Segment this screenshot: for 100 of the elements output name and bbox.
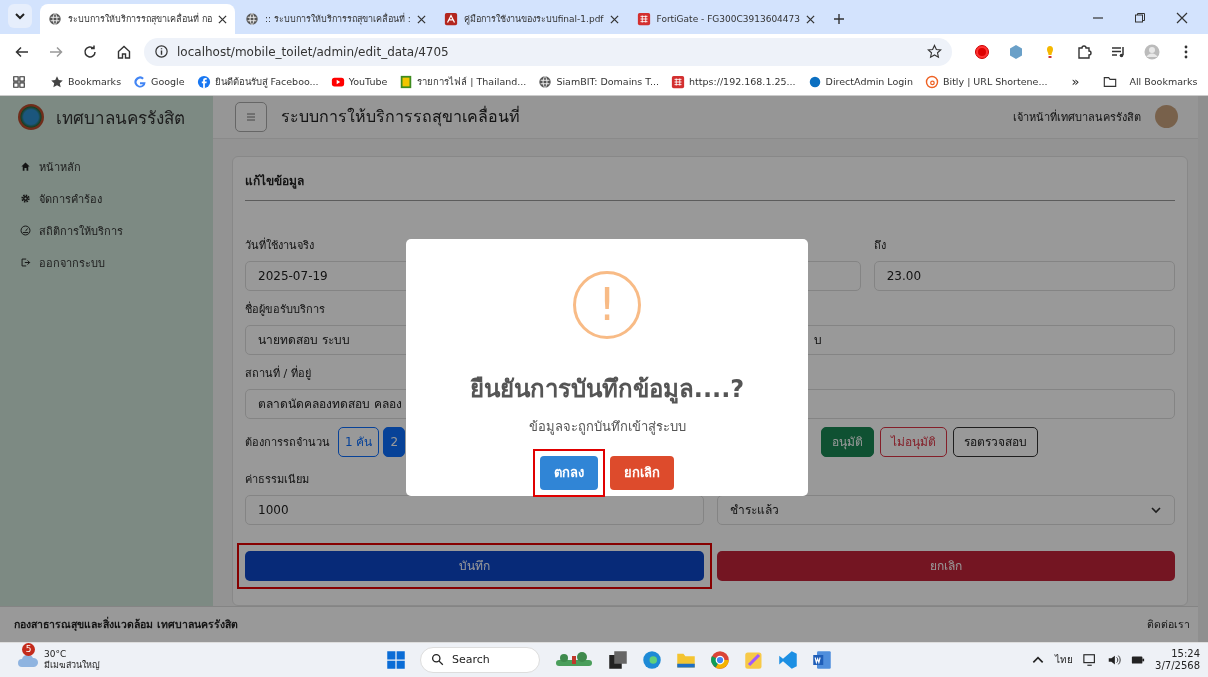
browser-tab[interactable]: FortiGate - FG300C3913604473 (628, 4, 824, 35)
status-button[interactable]: ไม่อนุมัติ (879, 426, 947, 457)
clock-time: 15:24 (1171, 647, 1200, 660)
speaker-icon[interactable] (1107, 652, 1122, 667)
sidebar-item[interactable]: จัดการคำร้อง (0, 182, 213, 215)
bookmark-link[interactable]: Bookmarks (68, 76, 122, 88)
close-icon[interactable] (806, 14, 816, 24)
count-option-button[interactable]: 1 คัน (338, 426, 380, 457)
search-field[interactable]: Search (420, 646, 540, 673)
info-icon[interactable] (154, 44, 169, 60)
cube-icon[interactable] (1008, 43, 1024, 60)
card-title: แก้ไขข้อมูล (245, 156, 1175, 201)
start-button[interactable] (386, 649, 406, 670)
temperature-text: 30°C (44, 648, 68, 660)
more-bookmarks-button[interactable]: » (1071, 74, 1080, 90)
bookmark-link[interactable]: YouTube (348, 76, 388, 88)
seal-logo-icon (18, 104, 44, 131)
bookmark-link[interactable]: รายการไฟล์ | Thailand... (417, 74, 527, 90)
language-indicator[interactable]: ไทย (1055, 652, 1074, 668)
field-label: ชื่อผู้ขอรับบริการ (245, 302, 325, 316)
payment-select[interactable]: ชำระแล้ว (716, 494, 1175, 525)
weather-text: มีเมฆส่วนใหญ่ (44, 659, 100, 671)
folder-icon[interactable] (1103, 74, 1118, 89)
globe-icon[interactable] (538, 74, 553, 89)
page-title: ระบบการให้บริการรถสุขาเคลื่อนที่ (281, 105, 520, 129)
word-processor-icon[interactable] (812, 649, 832, 670)
network-icon[interactable] (1083, 652, 1098, 667)
pdf-icon (443, 12, 458, 27)
gear-icon (20, 193, 31, 205)
url-text: localhost/mobile_toilet/admin/edit_data/4705 (177, 44, 450, 59)
logout-icon (20, 257, 31, 269)
input-field[interactable]: 23.00 (873, 260, 1175, 291)
sidebar-item[interactable]: สถิติการให้บริการ (0, 214, 213, 247)
reload-button[interactable] (82, 43, 98, 60)
menu-icon (246, 112, 256, 121)
grid-logo-icon (636, 12, 651, 27)
g-logo-icon[interactable] (133, 74, 148, 89)
close-icon[interactable] (217, 14, 227, 24)
status-button[interactable]: อนุมัติ (820, 426, 874, 457)
avatar-icon (1155, 105, 1178, 129)
tab-search-button[interactable] (8, 4, 32, 29)
field-label: ต้องการรถจำนวน (245, 434, 330, 451)
browser-tab[interactable]: :: ระบบการให้บริการรถสุขาเคลื่อนที่ : (236, 4, 434, 35)
scrollbar[interactable] (1198, 95, 1208, 642)
bookmark-link[interactable]: DirectAdmin Login (825, 76, 913, 88)
tab-title: FortiGate - FG300C3913604473 (656, 14, 801, 25)
globe-icon (48, 12, 62, 27)
warning-icon: ! (573, 270, 641, 339)
sidebar-item[interactable]: หน้าหลัก (0, 150, 213, 183)
bookmark-link[interactable]: https://192.168.1.25... (689, 76, 796, 88)
bookmark-link[interactable]: ยินดีต้อนรับสู่ Faceboo... (214, 74, 319, 90)
tab-title: ระบบการให้บริการรถสุขาเคลื่อนที่ กอ (68, 12, 212, 27)
puzzle-icon[interactable] (1076, 43, 1092, 60)
input-field[interactable]: 1000 (245, 494, 704, 525)
close-icon[interactable] (609, 14, 619, 24)
grid-logo-icon[interactable] (671, 74, 686, 89)
brand-name: เทศบาลนครรังสิต (56, 106, 185, 130)
tab-title: :: ระบบการให้บริการรถสุขาเคลื่อนที่ : (264, 12, 411, 27)
close-button[interactable] (1176, 12, 1188, 25)
browser-tab[interactable]: คู่มือการใช้งานของระบบfinal-1.pdf (435, 4, 627, 35)
dialog-title: ยืนยันการบันทึกข้อมูล....? (469, 373, 745, 406)
new-tab-button[interactable] (833, 13, 846, 26)
browser-tab[interactable]: ระบบการให้บริการรถสุขาเคลื่อนที่ กอ (40, 4, 235, 35)
cancel-button[interactable]: ยกเลิก (610, 455, 674, 490)
gauge-icon (20, 225, 31, 237)
all-bookmarks-link[interactable]: All Bookmarks (1129, 76, 1198, 88)
record-icon[interactable] (974, 43, 990, 60)
restore-button[interactable] (1134, 12, 1146, 25)
f-logo-icon[interactable] (196, 74, 211, 89)
footer-text: กองสาธารณสุขและสิ่งแวดล้อม เทศบาลนครรังสิต (14, 615, 238, 633)
apps-icon[interactable] (12, 74, 26, 89)
contact-link[interactable]: ติดต่อเรา (1147, 615, 1190, 633)
bookmark-link[interactable]: SiamBIT: Domains T... (556, 76, 660, 88)
book-icon[interactable] (399, 74, 414, 89)
star-icon[interactable] (927, 44, 942, 60)
bookmark-link[interactable]: Bitly | URL Shortene... (943, 76, 1048, 88)
close-icon[interactable] (416, 14, 426, 24)
clock-date: 3/7/2568 (1155, 659, 1200, 672)
dot-icon[interactable] (807, 74, 822, 89)
sidebar-item[interactable]: ออกจากระบบ (0, 246, 213, 279)
edge-browser-icon[interactable] (642, 649, 662, 670)
home-button[interactable] (116, 43, 132, 60)
save-button[interactable]: บันทึก (245, 550, 704, 581)
confirm-button[interactable]: ตกลง (540, 455, 598, 490)
star-icon[interactable] (50, 74, 64, 89)
cancel-button[interactable]: ยกเลิก (716, 550, 1175, 581)
tab-title: คู่มือการใช้งานของระบบfinal-1.pdf (463, 13, 604, 27)
task-view-icon[interactable] (608, 649, 628, 670)
address-bar[interactable]: localhost/mobile_toilet/admin/edit_data/4705 (144, 37, 952, 66)
user-name: เจ้าหน้าที่เทศบาลนครรังสิต (1013, 108, 1141, 126)
notification-badge: 5 (22, 642, 35, 656)
chrome-browser-icon[interactable] (710, 649, 730, 670)
b-logo-icon[interactable] (925, 74, 939, 89)
bookmark-link[interactable]: Google (151, 76, 185, 88)
search-icon[interactable] (431, 653, 444, 667)
status-button[interactable]: รอตรวจสอบ (952, 426, 1038, 457)
globe-icon (244, 12, 259, 27)
field-label: ค่าธรรมเนียม (245, 472, 309, 486)
field-label: ถึง (873, 238, 886, 252)
code-editor-icon[interactable] (778, 649, 798, 670)
